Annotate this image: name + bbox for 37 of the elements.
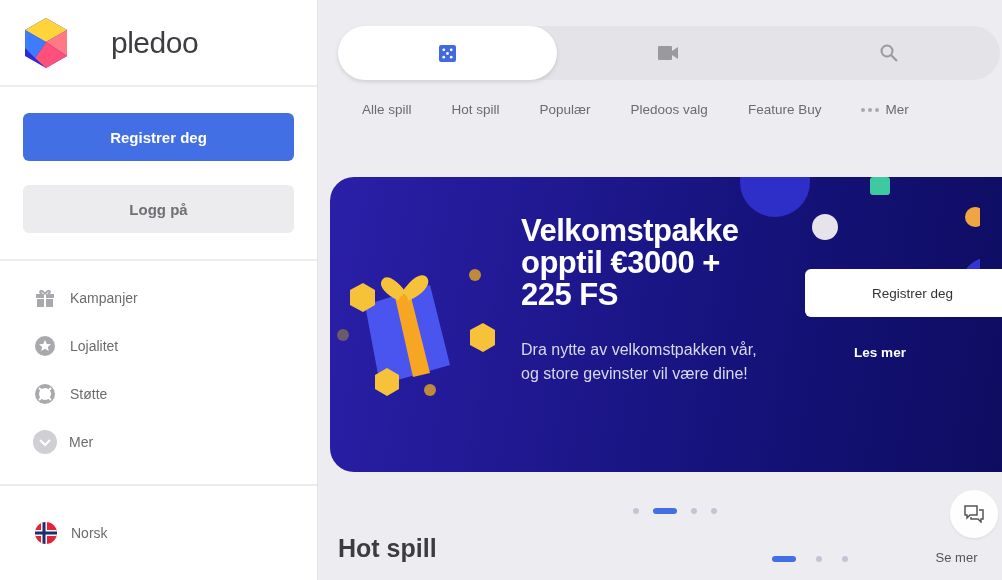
menu-item[interactable]: Mer: [34, 431, 283, 454]
carousel-dot[interactable]: [711, 508, 717, 514]
lifebuoy-icon: [34, 384, 56, 405]
section-title: Hot spill: [338, 534, 437, 563]
category-link[interactable]: Mer: [861, 102, 909, 117]
carousel-dot[interactable]: [841, 555, 848, 562]
category-link[interactable]: Pledoos valg: [630, 102, 708, 117]
gift-icon: [34, 288, 56, 309]
brand-name[interactable]: pledoo: [111, 25, 199, 60]
carousel-dot[interactable]: [633, 508, 639, 514]
dice-icon: [439, 44, 456, 62]
norway-flag-icon[interactable]: [35, 522, 57, 544]
see-more-link[interactable]: Se mer: [935, 550, 978, 565]
menu-item[interactable]: Kampanjer: [34, 287, 283, 310]
search-icon: [880, 44, 899, 62]
carousel-dot[interactable]: [691, 508, 697, 514]
more-dots-icon: [861, 107, 880, 112]
mode-tab[interactable]: [338, 26, 557, 80]
register-button[interactable]: Registrer deg: [23, 113, 294, 162]
banner-register-button[interactable]: Registrer deg: [805, 269, 1002, 317]
category-link[interactable]: Hot spill: [451, 102, 500, 117]
carousel-dot[interactable]: [815, 555, 822, 562]
category-link[interactable]: Populær: [539, 102, 591, 117]
chevron-down-icon: [33, 430, 57, 455]
video-camera-icon: [657, 46, 678, 60]
menu-item[interactable]: Støtte: [34, 383, 283, 406]
category-link[interactable]: Feature Buy: [747, 102, 822, 117]
banner-title: Velkomstpakke opptil €3000 + 225 FS: [521, 215, 740, 311]
login-button[interactable]: Logg på: [23, 185, 294, 234]
banner-text: Dra nytte av velkomstpakken vår, og store gevinster vil være dine!: [521, 340, 758, 384]
chat-icon: [964, 505, 984, 523]
cube-logo-icon[interactable]: [25, 17, 67, 68]
menu-item[interactable]: Lojalitet: [34, 335, 283, 358]
language-label[interactable]: Norsk: [71, 525, 108, 541]
read-more-link[interactable]: Les mer: [854, 345, 906, 360]
category-link[interactable]: Alle spill: [362, 102, 412, 117]
chat-button[interactable]: [950, 490, 998, 538]
